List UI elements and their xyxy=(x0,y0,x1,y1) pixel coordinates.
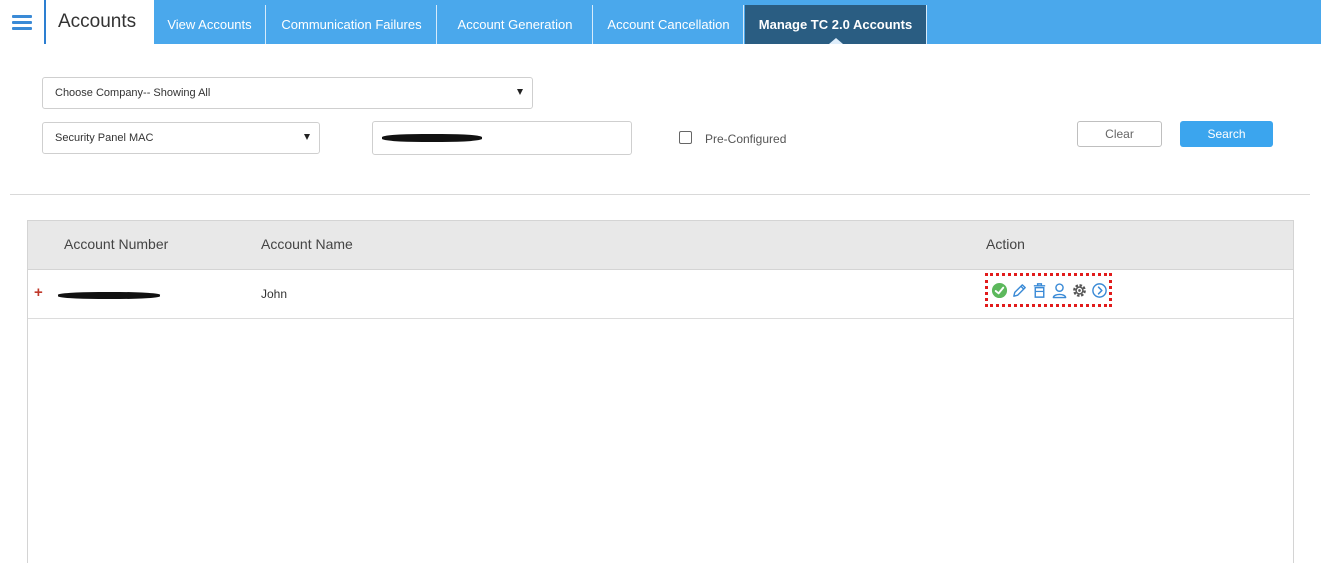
section-divider xyxy=(10,194,1310,195)
redacted-input-value xyxy=(382,134,482,142)
row-actions-highlight xyxy=(985,273,1112,307)
tab-communication-failures[interactable]: Communication Failures xyxy=(267,5,437,44)
delete-trash-icon[interactable] xyxy=(1031,282,1048,299)
redacted-account-number xyxy=(58,292,160,299)
tab-view-accounts[interactable]: View Accounts xyxy=(154,5,266,44)
clear-button[interactable]: Clear xyxy=(1077,121,1162,147)
tab-label: Communication Failures xyxy=(281,17,422,32)
preconfigured-checkbox[interactable] xyxy=(679,131,692,144)
preconfigured-label: Pre-Configured xyxy=(705,132,787,146)
company-select[interactable]: Choose Company-- Showing All xyxy=(42,77,533,109)
company-select-value: Choose Company-- Showing All xyxy=(55,87,211,99)
account-name-cell: John xyxy=(261,287,288,301)
tab-label: Account Generation xyxy=(457,17,573,32)
tab-label: Manage TC 2.0 Accounts xyxy=(758,17,913,32)
tab-manage-tc2-accounts[interactable]: Manage TC 2.0 Accounts xyxy=(745,5,927,44)
tab-account-cancellation[interactable]: Account Cancellation xyxy=(594,5,744,44)
page-title: Accounts xyxy=(44,0,154,44)
column-header-account-name: Account Name xyxy=(261,236,353,252)
column-header-action: Action xyxy=(986,236,1025,252)
tab-label: Account Cancellation xyxy=(607,17,730,32)
navigate-arrow-icon[interactable] xyxy=(1091,282,1108,299)
search-field-select[interactable]: Security Panel MAC xyxy=(42,122,320,154)
settings-gear-icon[interactable] xyxy=(1071,282,1088,299)
column-header-account-number: Account Number xyxy=(64,236,169,252)
tab-label: View Accounts xyxy=(167,17,252,32)
table-header: Account Number Account Name Action xyxy=(28,221,1293,270)
table-row: + John xyxy=(28,270,1293,319)
check-circle-icon[interactable] xyxy=(991,282,1008,299)
search-button[interactable]: Search xyxy=(1180,121,1273,147)
dropdown-arrow-icon xyxy=(517,89,523,95)
top-nav-bar: Accounts View Accounts Communication Fai… xyxy=(0,0,1321,44)
active-tab-caret xyxy=(828,38,843,44)
edit-pencil-icon[interactable] xyxy=(1011,282,1028,299)
user-icon[interactable] xyxy=(1051,282,1068,299)
tab-account-generation[interactable]: Account Generation xyxy=(438,5,593,44)
accounts-table: Account Number Account Name Action + Joh… xyxy=(27,220,1294,563)
expand-row-icon[interactable]: + xyxy=(34,284,43,301)
hamburger-menu-icon[interactable] xyxy=(0,0,44,44)
search-field-select-value: Security Panel MAC xyxy=(55,132,154,144)
dropdown-arrow-icon xyxy=(304,134,310,140)
